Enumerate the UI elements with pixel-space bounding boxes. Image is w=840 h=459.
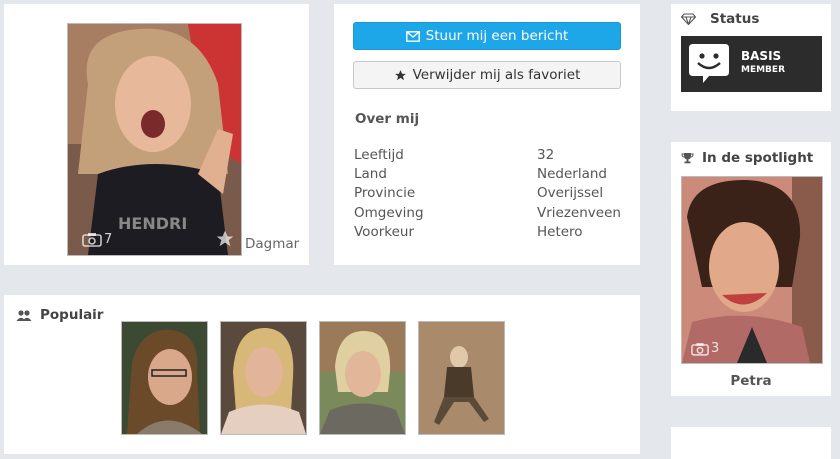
status-title-label: Status	[710, 11, 760, 27]
info-value: Hetero	[537, 224, 583, 240]
send-message-button[interactable]: Stuur mij een bericht	[353, 22, 621, 50]
camera-icon	[691, 342, 709, 356]
favorite-star-icon[interactable]	[215, 229, 235, 249]
profile-name: Dagmar	[245, 236, 300, 252]
popular-photo-3[interactable]	[319, 321, 406, 435]
info-row-province: Provincie Overijssel	[354, 185, 616, 204]
status-card: Status BASIS MEMBER	[671, 4, 831, 111]
users-icon	[16, 309, 32, 321]
spotlight-photo-count-value: 3	[711, 341, 720, 356]
camera-icon	[82, 233, 102, 247]
badge-line-1: BASIS	[741, 49, 782, 63]
spotlight-card: In de spotlight 3 Petra	[671, 142, 831, 396]
star-icon	[394, 69, 406, 80]
popular-photo-1[interactable]	[121, 321, 208, 435]
trophy-icon	[681, 153, 694, 164]
popular-title: Populair	[16, 307, 103, 323]
info-label: Voorkeur	[354, 224, 415, 240]
info-row-area: Omgeving Vriezenveen	[354, 205, 621, 224]
popular-photo-4[interactable]	[418, 321, 505, 435]
badge-line-2: MEMBER	[741, 65, 785, 75]
remove-favorite-button[interactable]: Verwijder mij als favoriet	[353, 61, 621, 89]
profile-photo[interactable]: HENDRI 7	[67, 23, 242, 256]
next-card	[671, 427, 831, 459]
spotlight-title: In de spotlight	[681, 150, 813, 166]
about-heading: Over mij	[355, 111, 420, 127]
info-value: 32	[537, 147, 555, 163]
envelope-icon	[405, 30, 420, 42]
info-label: Provincie	[354, 185, 416, 201]
spotlight-title-label: In de spotlight	[702, 150, 814, 166]
spotlight-name[interactable]: Petra	[671, 373, 831, 389]
status-title: Status	[681, 11, 759, 27]
smiley-icon	[689, 44, 729, 83]
member-badge: BASIS MEMBER	[681, 36, 822, 92]
photo-count[interactable]: 7	[82, 232, 112, 247]
popular-photo-2[interactable]	[220, 321, 307, 435]
info-row-country: Land Nederland	[354, 166, 616, 185]
send-message-label: Stuur mij een bericht	[425, 28, 569, 44]
info-row-age: Leeftijd 32	[354, 147, 616, 166]
info-value: Vriezenveen	[537, 205, 621, 221]
info-label: Leeftijd	[354, 147, 404, 163]
popular-card: Populair	[4, 295, 640, 454]
info-value: Overijssel	[537, 185, 604, 201]
profile-photo-card: HENDRI 7 Dagmar	[4, 4, 309, 265]
svg-text:HENDRI: HENDRI	[118, 214, 187, 233]
info-label: Omgeving	[354, 205, 424, 221]
remove-favorite-label: Verwijder mij als favoriet	[412, 67, 581, 83]
about-card: Stuur mij een bericht Verwijder mij als …	[334, 4, 640, 265]
spotlight-photo-count[interactable]: 3	[691, 341, 719, 356]
info-value: Nederland	[537, 166, 607, 182]
info-row-preference: Voorkeur Hetero	[354, 224, 616, 243]
info-label: Land	[354, 166, 387, 182]
spotlight-photo[interactable]: 3	[681, 176, 823, 364]
diamond-icon	[681, 13, 696, 25]
popular-title-label: Populair	[40, 307, 104, 323]
photo-count-value: 7	[104, 232, 113, 247]
